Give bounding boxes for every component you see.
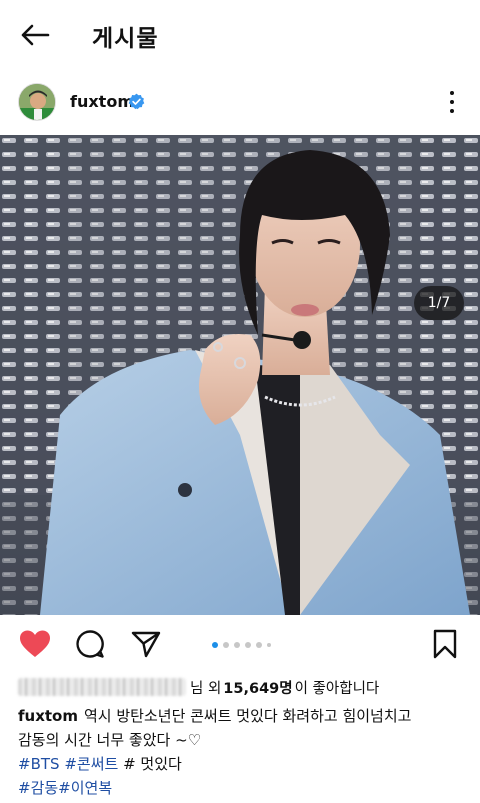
page-title: 게시물: [92, 26, 159, 52]
caption-text-line2: 감동의 시간 너무 좋았다 ~♡: [18, 731, 202, 749]
more-options-icon[interactable]: [440, 89, 464, 115]
likes-suffix: 이 좋아합니다: [294, 680, 380, 697]
carousel-dot-active: [212, 642, 218, 648]
carousel-dot: [223, 642, 229, 648]
like-button[interactable]: [18, 629, 52, 659]
caption-username[interactable]: fuxtom: [18, 707, 78, 725]
action-bar: [0, 620, 480, 668]
hashtag-text: # 멋있다: [123, 755, 182, 773]
hashtag-link[interactable]: #콘써트: [64, 755, 118, 773]
save-button[interactable]: [428, 629, 462, 659]
comment-icon: [76, 630, 104, 658]
blurred-liker-name: [18, 678, 186, 696]
post-caption: fuxtom 역시 방탄소년단 콘써트 멋있다 화려하고 힘이넘치고 감동의 시간…: [18, 704, 468, 752]
hashtags: #BTS #콘써트 # 멋있다 #감동#이연복: [18, 752, 468, 800]
hashtag-link[interactable]: #BTS: [18, 755, 60, 773]
hashtag-line: #BTS #콘써트 # 멋있다: [18, 752, 468, 776]
concert-photo-image: [0, 135, 480, 615]
top-bar: 게시물: [0, 0, 480, 70]
likes-summary[interactable]: 님 외 15,649명 이 좋아합니다: [18, 676, 478, 698]
hashtag-link[interactable]: #감동: [18, 779, 58, 797]
likes-count: 15,649명: [223, 680, 293, 697]
carousel-dot: [256, 642, 262, 648]
author-username[interactable]: fuxtom: [70, 92, 134, 111]
post-photo[interactable]: 1/7: [0, 135, 480, 615]
arrow-left-icon: [21, 24, 50, 46]
caption-text-line1: 역시 방탄소년단 콘써트 멋있다 화려하고 힘이넘치고: [84, 707, 412, 725]
avatar[interactable]: [18, 83, 56, 121]
back-button[interactable]: [18, 20, 52, 50]
likes-prefix: 님 외: [190, 680, 222, 697]
heart-icon: [20, 630, 50, 657]
carousel-dot: [234, 642, 240, 648]
slide-counter: 1/7: [414, 286, 464, 320]
carousel-dot: [245, 642, 251, 648]
hashtag-line: #감동#이연복: [18, 776, 468, 800]
post-author-row: fuxtom: [0, 80, 480, 126]
send-icon: [131, 631, 161, 658]
verified-badge-icon: [128, 93, 145, 110]
comment-button[interactable]: [73, 629, 107, 659]
carousel-indicator: [212, 641, 271, 649]
share-button[interactable]: [129, 629, 163, 659]
carousel-dot: [267, 643, 271, 647]
hashtag-link[interactable]: #이연복: [58, 779, 112, 797]
bookmark-icon: [433, 629, 457, 659]
